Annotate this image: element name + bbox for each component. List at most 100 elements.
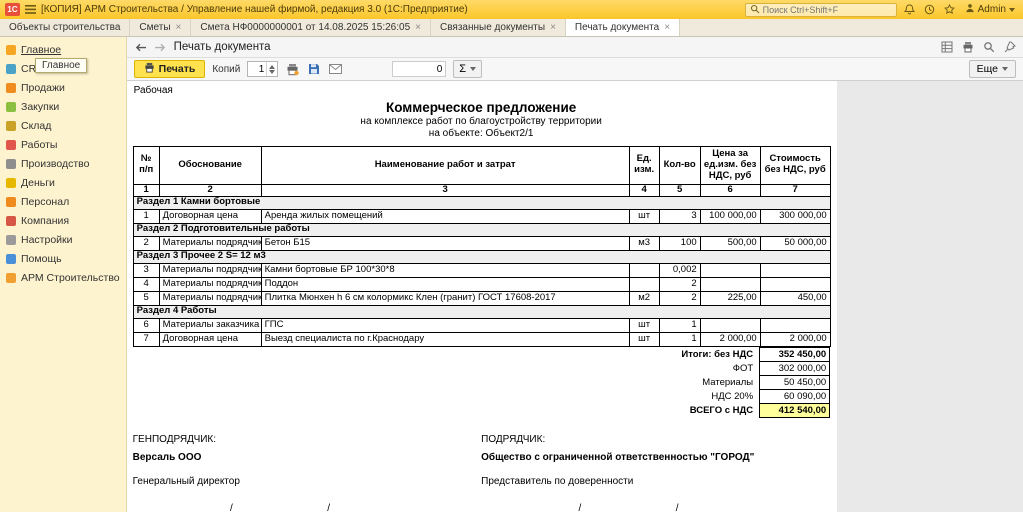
tab-estimate-document[interactable]: Смета НФ0000000001 от 14.08.2025 15:26:0… [191,19,431,36]
sidebar-item-main[interactable]: Главное [0,40,126,59]
company-icon [6,215,16,226]
production-icon [6,158,16,169]
settings-icon [6,234,16,245]
warehouse-icon [6,120,16,131]
forward-button[interactable] [154,42,167,53]
col-header: Кол-во [658,146,701,185]
close-tab-icon[interactable]: × [176,22,182,33]
main-menu-icon[interactable] [25,5,36,14]
back-button[interactable] [134,42,147,53]
total-row-vat: НДС 20% 60 090,00 [133,388,831,404]
global-search[interactable] [744,1,897,19]
col-number: 2 [158,183,262,197]
sidebar-item-production[interactable]: Производство [0,154,126,173]
sidebar-item-purchases[interactable]: Закупки [0,97,126,116]
signature-line: _________________ /_________________/ [481,502,679,512]
col-header: Обоснование [158,146,262,185]
page-title: Печать документа [173,41,271,53]
search-input[interactable] [762,4,885,15]
user-name: Admin [977,4,1006,15]
copies-input[interactable] [248,63,267,75]
chevron-down-icon [1002,67,1008,71]
step-down-icon[interactable] [269,69,276,74]
user-menu[interactable]: Admin [962,3,1018,16]
signature-line: _________________ /_________________/ [132,502,331,512]
sidebar-item-personnel[interactable]: Персонал [0,192,126,211]
step-up-icon[interactable] [269,64,276,69]
total-row-grand: ВСЕГО с НДС 412 540,00 [133,402,831,418]
purchases-icon [6,101,16,112]
col-number: 5 [658,183,701,197]
search-icon [750,1,760,19]
history-clock-icon[interactable] [922,4,937,15]
item-row: 6 Материалы заказчика ГПС шт 1 [132,317,831,333]
sidebar-item-money[interactable]: Деньги [0,173,126,192]
item-row: 3 Материалы подрядчика Камни бортовые БР… [132,262,831,278]
section-row: Раздел 1 Камни бортовые [132,195,831,210]
close-tab-icon[interactable]: × [415,22,421,33]
print-icon[interactable] [962,41,974,53]
print-toolbar: Печать Копий 1 0 Σ Еще [126,58,1023,81]
sidebar-item-help[interactable]: Помощь [0,249,126,268]
page-header-icons [941,41,1016,53]
crm-icon [6,63,16,74]
contractor-signature: ГЕНПОДРЯДЧИК: Версаль ООО Генеральный ди… [133,434,482,512]
section-row: Раздел 3 Прочее 2 S= 12 м3 [132,249,831,264]
document-page: Рабочая Коммерческое предложение на комп… [126,81,837,512]
pin-icon[interactable] [1004,41,1016,53]
close-tab-icon[interactable]: × [550,22,556,33]
col-header: Стоимость без НДС, руб [759,146,831,185]
col-header: Наименование работ и затрат [260,146,630,185]
subcontractor-signature: ПОДРЯДЧИК: Общество с ограниченной ответ… [481,434,830,512]
printer-icon [144,62,155,76]
find-icon[interactable] [983,41,995,53]
print-button[interactable]: Печать [133,60,206,78]
copies-stepper [247,61,279,77]
copies-label: Копий [212,63,241,75]
sidebar-item-company[interactable]: Компания [0,211,126,230]
notifications-bell-icon[interactable] [902,4,917,15]
favorites-star-icon[interactable] [942,4,957,15]
total-row-fot: ФОТ 302 000,00 [133,360,831,376]
sidebar-item-settings[interactable]: Настройки [0,230,126,249]
save-icon[interactable] [307,63,321,75]
item-row: 2 Материалы подрядчика Бетон Б15 м3 100 … [132,235,831,251]
help-icon [6,253,16,264]
works-icon [6,139,16,150]
tab-construction-objects[interactable]: Объекты строительства [0,19,131,36]
sidebar-item-sales[interactable]: Продажи [0,78,126,97]
stepper-arrows[interactable] [266,62,277,76]
send-email-icon[interactable] [328,64,343,74]
1c-logo: 1С [5,3,20,16]
tab-related-documents[interactable]: Связанные документы × [431,19,566,36]
total-row-materials: Материалы 50 450,00 [133,374,831,390]
spreadsheet-icon[interactable] [941,41,953,53]
autosum-button[interactable]: Σ [453,60,483,78]
document-subtitle: на комплексе работ по благоустройству те… [360,116,602,127]
page-setup-icon[interactable] [285,63,300,76]
more-button[interactable]: Еще [968,60,1016,78]
user-icon [965,3,975,16]
print-preview-area[interactable]: Рабочая Коммерческое предложение на комп… [126,81,1023,512]
col-number: 6 [699,183,761,197]
totals-table: Итоги: без НДС 352 450,00 ФОТ 302 000,00… [133,346,831,418]
sidebar-tooltip: Главное [35,58,88,73]
home-icon [6,44,16,55]
sidebar-item-warehouse[interactable]: Склад [0,116,126,135]
sidebar-item-arm-construction[interactable]: АРМ Строительство [0,268,126,287]
sales-icon [6,82,16,93]
sidebar-item-works[interactable]: Работы [0,135,126,154]
item-row: 4 Материалы подрядчика Поддон 2 [132,276,831,292]
item-row: 5 Материалы подрядчика Плитка Мюнхен h 6… [132,290,831,306]
autosum-value[interactable] [392,61,447,77]
close-tab-icon[interactable]: × [664,22,670,33]
window-title: [КОПИЯ] АРМ Строительства / Управление н… [41,4,468,15]
col-number: 7 [759,183,831,197]
tab-print-document[interactable]: Печать документа × [565,19,681,36]
document-title: Коммерческое предложение [386,100,577,115]
item-row: 1 Договорная цена Аренда жилых помещений… [132,208,831,224]
tab-estimates[interactable]: Сметы × [130,19,192,36]
col-header: № п/п [132,146,160,185]
app-window: 1С [КОПИЯ] АРМ Строительства / Управлени… [0,0,1023,512]
signatures-block: ГЕНПОДРЯДЧИК: Версаль ООО Генеральный ди… [133,434,830,512]
